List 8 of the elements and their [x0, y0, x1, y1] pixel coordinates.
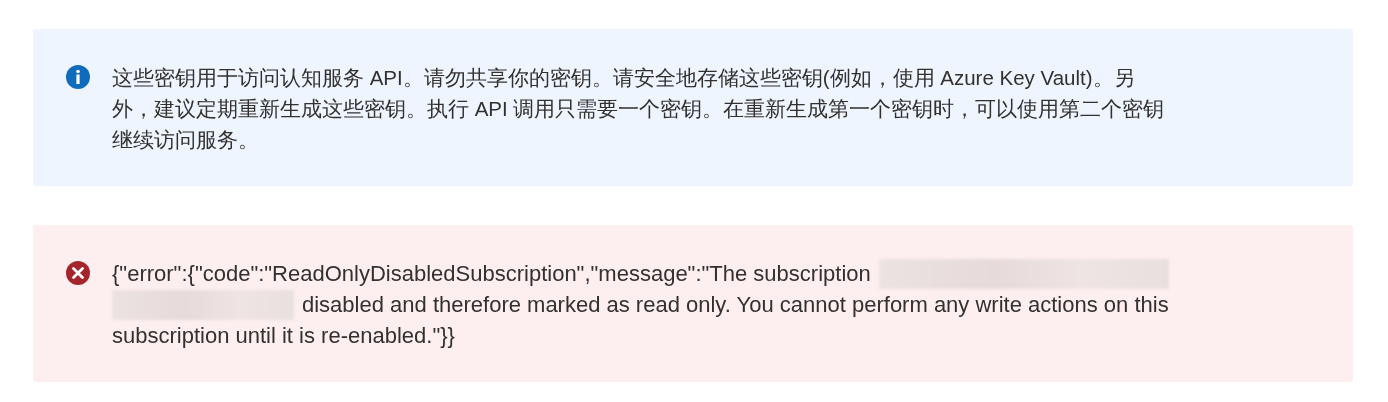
- error-message: subscription until it is re-enabled."}}: [112, 322, 455, 349]
- error-icon: [66, 261, 90, 285]
- info-message: 外，建议定期重新生成这些密钥。执行 API 调用只需要一个密钥。在重新生成第一个密钥时，可以使用第二个密钥: [112, 95, 1165, 122]
- info-icon: [66, 65, 90, 89]
- info-message: 继续访问服务。: [112, 126, 259, 153]
- error-message: disabled and therefore marked as read only. You cannot perform any write actions on this: [302, 291, 1169, 318]
- error-message: {"error":{"code":"ReadOnlyDisabledSubscription","message":"The subscription: [112, 260, 871, 287]
- info-message: 这些密钥用于访问认知服务 API。请勿共享你的密钥。请安全地存储这些密钥(例如，使用 Azure Key Vault)。另: [112, 64, 1135, 91]
